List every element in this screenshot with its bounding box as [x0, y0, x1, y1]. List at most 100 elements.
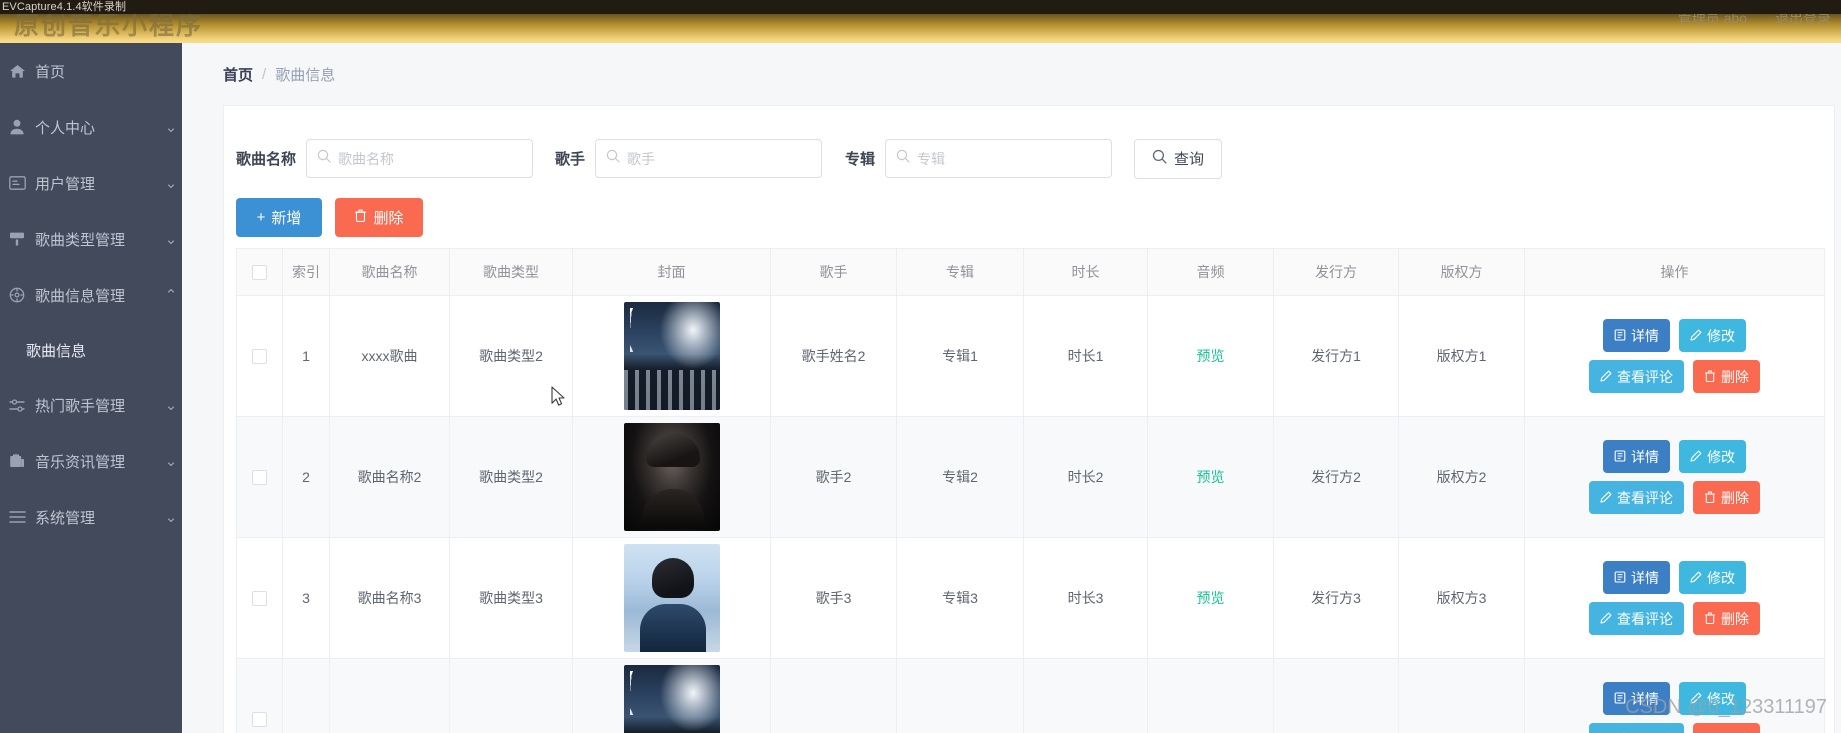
audio-preview-link[interactable]: 预览: [1197, 590, 1225, 606]
song-name-input[interactable]: [338, 150, 509, 167]
cell-song-name: [329, 658, 450, 733]
row-delete-label: 删除: [1721, 368, 1749, 385]
sidebar-item-user-management[interactable]: 用户管理 ⌄: [0, 155, 182, 211]
cell-publisher: 发行方3: [1273, 537, 1399, 659]
cover-image: [623, 302, 720, 410]
singer-inputbox[interactable]: [595, 139, 823, 178]
sidebar-item-system-management-label: 系统管理: [35, 509, 96, 527]
row-delete-button[interactable]: 删除: [1693, 481, 1760, 514]
cover-image: [623, 665, 720, 733]
row-checkbox[interactable]: [252, 470, 267, 486]
search-icon: [606, 149, 620, 168]
row-edit-button[interactable]: 修改: [1679, 319, 1746, 352]
audio-preview-link[interactable]: 预览: [1197, 469, 1225, 485]
tag-icon: [9, 230, 35, 248]
album-label: 专辑: [845, 151, 876, 168]
table-header-row: 索引 歌曲名称 歌曲类型 封面 歌手 专辑 时长 音频 发行方 版权方 操作: [236, 248, 1825, 296]
sidebar-subitem-song-info-label: 歌曲信息: [26, 342, 87, 360]
row-checkbox[interactable]: [252, 712, 267, 728]
row-view-comments-button[interactable]: 查看评论: [1589, 602, 1684, 635]
cell-singer: [770, 658, 897, 733]
row-edit-label: 修改: [1707, 569, 1735, 586]
row-detail-button[interactable]: 详情: [1603, 440, 1670, 473]
col-song-name: 歌曲名称: [329, 248, 450, 296]
cell-operation: 详情 修改查看评论 删除: [1524, 295, 1825, 417]
cell-index: 2: [282, 416, 330, 538]
row-checkbox-cell: [236, 537, 283, 659]
main-content: 首页 / 歌曲信息 歌曲名称 歌手: [182, 43, 1841, 733]
row-checkbox[interactable]: [252, 591, 267, 607]
batch-delete-button[interactable]: 删除: [335, 197, 423, 237]
row-delete-button[interactable]: 删除: [1693, 360, 1760, 393]
row-delete-button[interactable]: 删除: [1693, 723, 1760, 733]
sidebar-item-hot-singer-management[interactable]: 热门歌手管理 ⌄: [0, 377, 182, 433]
row-checkbox-cell: [236, 295, 283, 417]
query-button-label: 查询: [1174, 151, 1205, 168]
cell-publisher: 发行方2: [1273, 416, 1399, 538]
query-button[interactable]: 查询: [1134, 138, 1223, 179]
row-view-comments-button[interactable]: 查看评论: [1589, 481, 1684, 514]
cell-cover: [572, 537, 771, 659]
row-detail-button[interactable]: 详情: [1603, 561, 1670, 594]
album-input[interactable]: [917, 150, 1088, 167]
select-all-header: [236, 248, 283, 296]
cell-song-name: xxxx歌曲: [329, 295, 450, 417]
recorder-caption: EVCapture4.1.4软件录制: [0, 0, 1841, 14]
sidebar-item-personal-center[interactable]: 个人中心 ⌄: [0, 99, 182, 155]
row-edit-label: 修改: [1707, 327, 1735, 344]
row-view-comments-button[interactable]: 查看评论: [1589, 723, 1684, 733]
sidebar-item-music-news-management[interactable]: 音乐资讯管理 ⌄: [0, 433, 182, 489]
search-icon: [896, 149, 910, 168]
cell-publisher: 发行方1: [1273, 295, 1399, 417]
row-edit-button[interactable]: 修改: [1679, 440, 1746, 473]
song-table: 索引 歌曲名称 歌曲类型 封面 歌手 专辑 时长 音频 发行方 版权方 操作 1…: [236, 248, 1825, 733]
cell-album: 专辑2: [896, 416, 1024, 538]
watermark: CSDN @0_123311197: [1625, 696, 1827, 718]
chevron-down-icon: ⌄: [164, 231, 178, 248]
table-row: 详情修改查看评论删除: [236, 658, 1825, 733]
sidebar-subitem-song-info[interactable]: 歌曲信息: [0, 323, 182, 377]
singer-input[interactable]: [627, 150, 798, 167]
col-publisher: 发行方: [1273, 248, 1399, 296]
album-inputbox[interactable]: [885, 139, 1113, 178]
sidebar-item-system-management[interactable]: 系统管理 ⌄: [0, 489, 182, 545]
row-detail-button[interactable]: 详情: [1603, 319, 1670, 352]
col-operation: 操作: [1524, 248, 1825, 296]
col-copyright: 版权方: [1398, 248, 1525, 296]
cell-audio: 预览: [1147, 416, 1274, 538]
sidebar-item-song-type-management-label: 歌曲类型管理: [35, 231, 126, 249]
row-checkbox-cell: [236, 658, 283, 733]
sidebar-item-user-management-label: 用户管理: [35, 175, 96, 193]
row-delete-button[interactable]: 删除: [1693, 602, 1760, 635]
row-detail-label: 详情: [1631, 448, 1659, 465]
col-singer: 歌手: [770, 248, 897, 296]
cell-audio: 预览: [1147, 295, 1274, 417]
cover-image: [623, 544, 720, 652]
breadcrumb-current: 歌曲信息: [275, 66, 336, 84]
cell-album: [896, 658, 1024, 733]
sidebar-item-music-news-management-label: 音乐资讯管理: [35, 453, 126, 471]
row-edit-button[interactable]: 修改: [1679, 561, 1746, 594]
sidebar-item-home[interactable]: 首页: [0, 43, 182, 99]
song-name-inputbox[interactable]: [306, 139, 534, 178]
trash-icon: [1704, 369, 1716, 385]
add-button[interactable]: + 新增: [236, 197, 322, 237]
song-table-wrapper: 索引 歌曲名称 歌曲类型 封面 歌手 专辑 时长 音频 发行方 版权方 操作 1…: [224, 248, 1834, 733]
sidebar-item-song-info-management-label: 歌曲信息管理: [35, 287, 126, 305]
row-detail-label: 详情: [1631, 327, 1659, 344]
disc-icon: [9, 286, 35, 304]
trash-icon: [354, 209, 367, 226]
sidebar-item-home-label: 首页: [35, 63, 66, 81]
audio-preview-link[interactable]: 预览: [1197, 348, 1225, 364]
pencil-icon: [1690, 570, 1702, 586]
cell-operation: 详情 修改查看评论 删除: [1524, 537, 1825, 659]
row-view-comments-button[interactable]: 查看评论: [1589, 360, 1684, 393]
row-checkbox[interactable]: [252, 349, 267, 365]
sidebar-item-personal-center-label: 个人中心: [35, 119, 96, 137]
sidebar-item-song-info-management[interactable]: 歌曲信息管理 ⌃: [0, 267, 182, 323]
sidebar-item-song-type-management[interactable]: 歌曲类型管理 ⌄: [0, 211, 182, 267]
breadcrumb-home[interactable]: 首页: [223, 64, 253, 85]
pencil-icon: [1600, 611, 1612, 627]
row-delete-label: 删除: [1721, 610, 1749, 627]
select-all-checkbox[interactable]: [252, 265, 267, 281]
